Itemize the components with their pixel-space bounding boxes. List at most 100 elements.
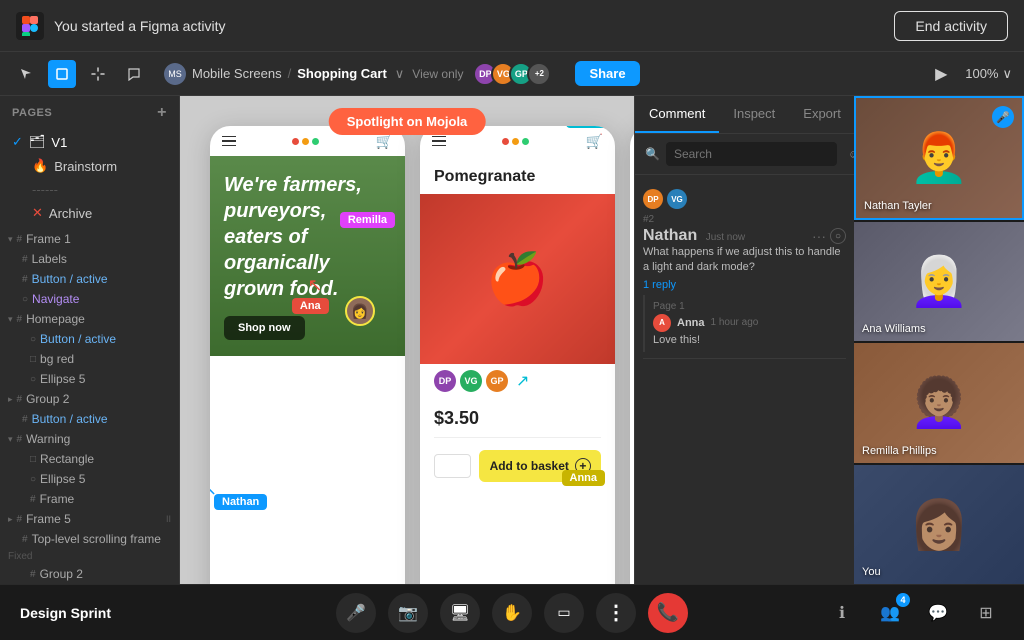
play-button[interactable]: ▶	[927, 60, 955, 88]
layer-ellipse5-1[interactable]: ○ Ellipse 5	[0, 369, 179, 389]
tab-export[interactable]: Export	[789, 96, 855, 133]
comment-tool-icon[interactable]	[120, 60, 148, 88]
comment-search-input[interactable]	[666, 142, 837, 166]
breadcrumb: MS Mobile Screens / Shopping Cart ∨ View…	[164, 63, 463, 85]
comment-author-1: Nathan	[643, 227, 697, 244]
reply-author: Anna	[677, 317, 705, 329]
canvas[interactable]: Spotlight on Mojola 🛒 We're farmers,purv…	[180, 96, 634, 584]
screen-share-button[interactable]: 🖥	[440, 593, 480, 633]
pages-header: Pages +	[0, 96, 179, 130]
layer-button-active-1[interactable]: # Button / active	[0, 269, 179, 289]
frame1-shop-now: Shop now	[224, 316, 305, 340]
page-item-archive[interactable]: ✕ Archive	[0, 201, 179, 225]
comment-tabs: Comment Inspect Export	[635, 96, 854, 134]
layer-frame5[interactable]: ▸ # Frame 5 II	[0, 509, 179, 529]
frame2-price: $3.50	[420, 398, 615, 433]
layer-ellipse5-2[interactable]: ○ Ellipse 5	[0, 469, 179, 489]
layer-homepage[interactable]: ▾ # Homepage	[0, 309, 179, 329]
cart-icon: 🛒	[376, 133, 393, 150]
breadcrumb-workspace[interactable]: Mobile Screens	[192, 66, 282, 81]
frame2-hamburger	[432, 136, 446, 147]
page-name-brainstorm: Brainstorm	[54, 159, 117, 174]
more-button[interactable]: ⋮	[596, 593, 636, 633]
layer-group2-inner[interactable]: # Group 2	[0, 564, 179, 584]
workspace-avatar: MS	[164, 63, 186, 85]
comment-avatar-1: DP	[643, 189, 663, 209]
frame2-avatar-dp: DP	[434, 370, 456, 392]
page-item-brainstorm[interactable]: 🔥 Brainstorm	[0, 154, 179, 178]
layer-bg-red[interactable]: □ bg red	[0, 349, 179, 369]
breadcrumb-separator: /	[288, 66, 292, 81]
pan-tool-icon[interactable]	[84, 60, 112, 88]
mobile-frame-1: 🛒 We're farmers,purveyors,eaters oforgan…	[210, 126, 405, 584]
topbar-title: You started a Figma activity	[54, 18, 225, 34]
figma-logo-icon	[16, 12, 44, 40]
move-tool-icon[interactable]	[12, 60, 40, 88]
frame3-title: My basket	[630, 156, 634, 198]
comment-reply-link-1[interactable]: 1 reply	[643, 279, 846, 291]
nathan-mic-active-icon: 🎤	[992, 106, 1014, 128]
tab-inspect[interactable]: Inspect	[719, 96, 789, 133]
end-call-button[interactable]: 📞	[648, 593, 688, 633]
hand-raise-button[interactable]: ✋	[492, 593, 532, 633]
breadcrumb-page[interactable]: Shopping Cart	[297, 66, 387, 81]
mobile-frame-3: My basket 🥚 🥬 Subtotal Delivery	[630, 126, 634, 584]
video-tile-remilla: 👩🏽‍🦱 Remilla Phillips	[854, 343, 1024, 463]
layer-warning[interactable]: ▾ # Warning	[0, 429, 179, 449]
mic-button[interactable]: 🎤	[336, 593, 376, 633]
pages-label: Pages	[12, 107, 52, 119]
apps-button[interactable]: ⊞	[968, 595, 1004, 631]
view-only-label: View only	[412, 67, 463, 81]
frame1-hero: We're farmers,purveyors,eaters oforganic…	[210, 156, 405, 356]
tab-comment[interactable]: Comment	[635, 96, 719, 133]
reply-time: 1 hour ago	[711, 317, 759, 328]
end-activity-button[interactable]: End activity	[894, 11, 1008, 41]
page-label: Page 1	[653, 301, 846, 312]
info-button[interactable]: ℹ	[824, 595, 860, 631]
frame2-product-title: Pomegranate	[420, 156, 615, 194]
frame2-divider	[434, 437, 601, 438]
camera-button[interactable]: 📷	[388, 593, 428, 633]
page-item-v1[interactable]: ✓ 🗂 V1	[0, 130, 179, 154]
layer-navigate[interactable]: ○ Navigate	[0, 289, 179, 309]
comment-more-row: Nathan Just now ··· ○	[643, 227, 846, 245]
layer-top-level-frame[interactable]: # Top-level scrolling frame	[0, 529, 179, 549]
video-panel: 👨‍🦰 🎤 Nathan Tayler 👩‍🦳 Ana Williams 👩🏽‍…	[854, 96, 1024, 584]
comment-resolve-button[interactable]: ○	[830, 228, 846, 244]
pages-list: ✓ 🗂 V1 🔥 Brainstorm ------ ✕ Archive	[0, 130, 179, 225]
collab-avatar-count: +2	[527, 62, 551, 86]
checkmark-icon: ✓	[12, 134, 23, 150]
frame2-avatar-vg: VG	[460, 370, 482, 392]
layer-group2[interactable]: ▸ # Group 2	[0, 389, 179, 409]
comment-search-bar: 🔍 ☺ ⇅	[635, 134, 854, 175]
add-page-button[interactable]: +	[157, 104, 167, 122]
comment-item-1: DP VG #2 Nathan Just now ··· ○ What	[643, 183, 846, 359]
bottombar: Design Sprint 🎤 📷 🖥 ✋ ▭ ⋮ 📞 ℹ 👥 4 💬 ⊞	[0, 584, 1024, 640]
page-divider: ------	[0, 178, 179, 201]
chat-button[interactable]: 💬	[920, 595, 956, 631]
layer-button-active-2[interactable]: ○ Button / active	[0, 329, 179, 349]
zoom-control[interactable]: 100% ∨	[965, 66, 1012, 82]
present-button[interactable]: ▭	[544, 593, 584, 633]
frame2-quantity[interactable]: 1 ∨	[434, 454, 471, 478]
frame1-dots	[292, 138, 319, 145]
participants-button[interactable]: 👥 4	[872, 595, 908, 631]
frame2-cart: 🛒	[586, 133, 603, 150]
reply-text: Love this!	[653, 334, 846, 346]
page-icon-archive: ✕	[32, 205, 43, 221]
comment-reply-1: Page 1 A Anna 1 hour ago Love this!	[643, 295, 846, 352]
layer-frame1[interactable]: ▾ # Frame 1	[0, 229, 179, 249]
page-name-v1: V1	[51, 135, 67, 150]
layer-labels[interactable]: # Labels	[0, 249, 179, 269]
search-icon: 🔍	[645, 147, 660, 161]
layer-button-active-3[interactable]: # Button / active	[0, 409, 179, 429]
layer-rectangle[interactable]: □ Rectangle	[0, 449, 179, 469]
layer-frame-inner[interactable]: # Frame	[0, 489, 179, 509]
select-tool-icon[interactable]	[48, 60, 76, 88]
collab-badge-leandro: Leandro	[566, 126, 615, 128]
collab-badge-anna: Anna	[562, 470, 606, 486]
collab-badge-nathan: Nathan	[214, 494, 267, 510]
comment-text-1: What happens if we adjust this to handle…	[643, 245, 846, 276]
comment-more-icon[interactable]: ···	[812, 228, 826, 244]
share-button[interactable]: Share	[575, 61, 639, 86]
